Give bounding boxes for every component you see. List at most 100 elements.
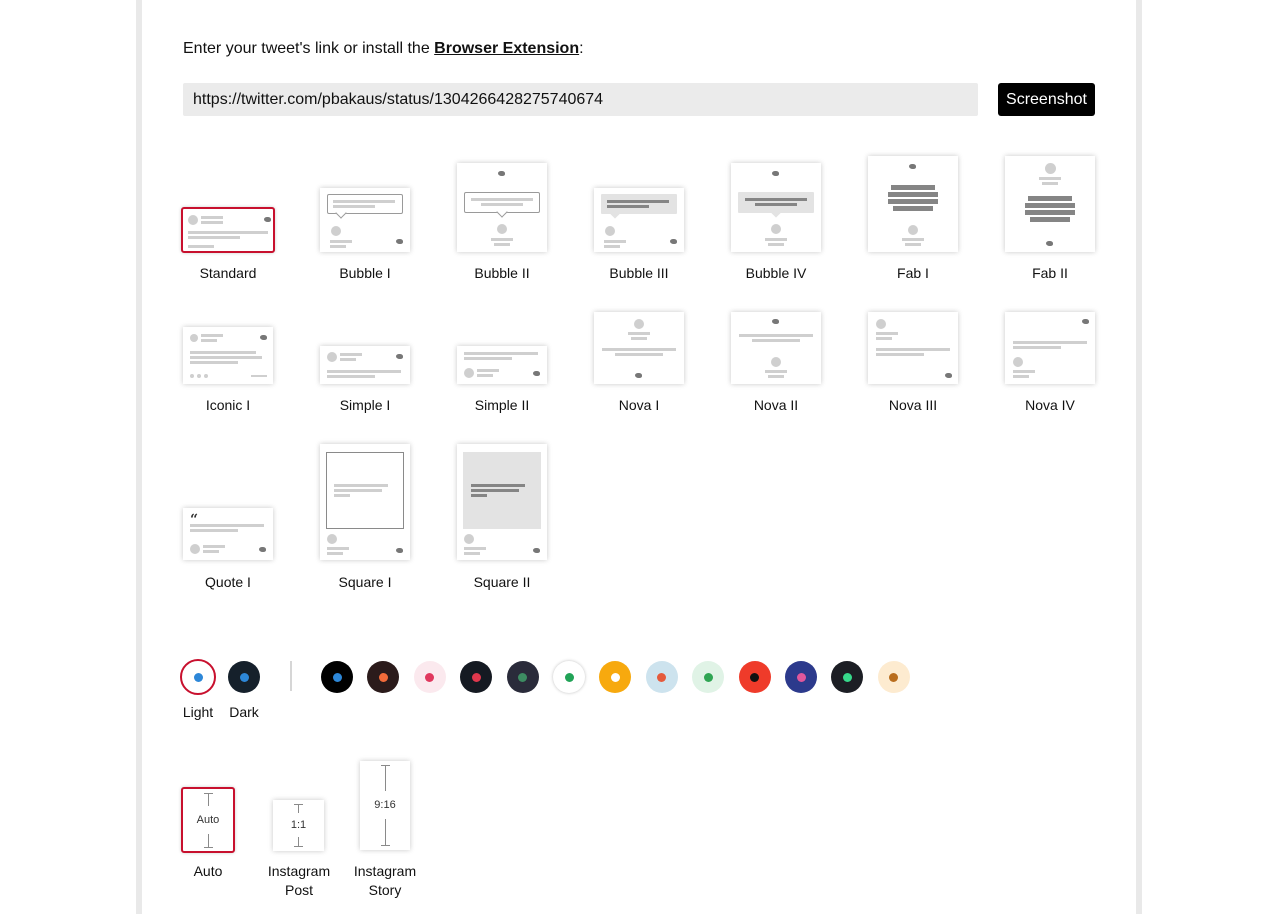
- template-square-2[interactable]: Square II: [457, 440, 547, 596]
- template-thumbnail: [868, 156, 958, 252]
- bird-icon: [945, 373, 952, 378]
- bird-icon: [670, 239, 677, 244]
- template-bubble-2[interactable]: Bubble II: [457, 146, 547, 286]
- bird-icon: [1046, 241, 1053, 246]
- theme-dark[interactable]: [228, 661, 260, 693]
- intro-prefix: Enter your tweet's link or install the: [183, 40, 435, 57]
- ratio-instagram-post[interactable]: 1:1: [273, 800, 324, 851]
- template-quote-1[interactable]: “ Quote I: [183, 440, 273, 596]
- theme-swatch[interactable]: [738, 661, 771, 693]
- template-thumbnail: [320, 346, 410, 384]
- theme-swatch[interactable]: [831, 661, 864, 693]
- template-label: Simple I: [339, 397, 391, 413]
- theme-swatch[interactable]: [645, 661, 678, 693]
- ratio-instagram-post-label: Instagram Post: [263, 862, 335, 900]
- ratio-label-line1: Instagram: [267, 863, 331, 879]
- theme-dot: [193, 672, 203, 682]
- theme-swatch[interactable]: [599, 661, 632, 693]
- template-label: Square I: [338, 574, 392, 590]
- theme-dot: [750, 672, 760, 682]
- template-label: Nova III: [888, 397, 938, 413]
- template-thumbnail: [320, 444, 410, 560]
- template-nova-3[interactable]: Nova III: [868, 300, 958, 420]
- theme-swatch[interactable]: [785, 661, 817, 693]
- bird-icon: [264, 217, 271, 222]
- template-nova-4[interactable]: Nova IV: [1005, 300, 1095, 420]
- template-label: Bubble III: [609, 265, 669, 281]
- template-bubble-3[interactable]: Bubble III: [594, 146, 684, 286]
- template-thumbnail: [731, 312, 821, 384]
- template-nova-1[interactable]: Nova I: [594, 300, 684, 420]
- intro-suffix: :: [579, 40, 584, 57]
- bird-icon: [260, 335, 267, 340]
- template-standard[interactable]: Standard: [181, 146, 275, 286]
- theme-dot: [518, 672, 528, 682]
- bird-icon: [498, 171, 505, 176]
- template-thumbnail: [320, 188, 410, 252]
- bird-icon: [533, 371, 540, 376]
- template-label: Simple II: [474, 397, 530, 413]
- theme-swatch[interactable]: [413, 661, 446, 693]
- tweet-url-input[interactable]: [183, 83, 978, 116]
- template-simple-2[interactable]: Simple II: [457, 300, 547, 420]
- theme-swatch[interactable]: [321, 661, 353, 693]
- theme-swatch[interactable]: [506, 661, 539, 693]
- theme-dot: [332, 672, 342, 682]
- bird-icon: [772, 171, 779, 176]
- ratio-instagram-story[interactable]: 9:16: [360, 761, 410, 850]
- bird-icon: [396, 239, 403, 244]
- theme-swatch[interactable]: [692, 661, 725, 693]
- theme-swatch[interactable]: [553, 661, 585, 693]
- left-border: [136, 0, 142, 914]
- template-thumbnail: [183, 327, 273, 384]
- template-iconic-1[interactable]: Iconic I: [183, 300, 273, 420]
- template-label: Nova II: [753, 397, 799, 413]
- theme-light[interactable]: [180, 659, 216, 695]
- theme-swatch[interactable]: [877, 661, 910, 693]
- template-label: Quote I: [205, 574, 251, 590]
- theme-dot: [842, 672, 852, 682]
- ratio-text: Auto: [196, 814, 220, 826]
- theme-dot: [425, 672, 435, 682]
- ratio-auto-label: Auto: [176, 862, 240, 881]
- template-label: Bubble I: [339, 265, 391, 281]
- ratio-label-line1: Auto: [193, 863, 223, 879]
- browser-extension-link[interactable]: Browser Extension: [434, 40, 579, 57]
- ratio-instagram-story-label: Instagram Story: [349, 862, 421, 900]
- template-label: Nova I: [618, 397, 660, 413]
- bird-icon: [396, 354, 403, 359]
- bird-icon: [259, 547, 266, 552]
- template-thumbnail: [594, 312, 684, 384]
- template-label: Nova IV: [1025, 397, 1075, 413]
- bird-icon: [772, 319, 779, 324]
- template-square-1[interactable]: Square I: [320, 440, 410, 596]
- theme-swatch[interactable]: [367, 661, 400, 693]
- template-bubble-4[interactable]: Bubble IV: [731, 146, 821, 286]
- ratio-auto[interactable]: Auto: [181, 787, 235, 853]
- template-label: Iconic I: [205, 397, 251, 413]
- template-thumbnail: [457, 163, 547, 252]
- template-thumbnail: [868, 312, 958, 384]
- theme-divider: [290, 661, 292, 691]
- theme-swatch[interactable]: [460, 661, 493, 693]
- template-fab-1[interactable]: Fab I: [868, 146, 958, 286]
- template-simple-1[interactable]: Simple I: [320, 300, 410, 420]
- template-fab-2[interactable]: Fab II: [1005, 146, 1095, 286]
- template-thumbnail: [1005, 312, 1095, 384]
- screenshot-button[interactable]: Screenshot: [998, 83, 1095, 116]
- ratio-label-line1: Instagram: [353, 863, 417, 879]
- bird-icon: [533, 548, 540, 553]
- theme-dot: [239, 672, 249, 682]
- theme-dot: [796, 672, 806, 682]
- template-label: Bubble II: [474, 265, 530, 281]
- template-nova-2[interactable]: Nova II: [731, 300, 821, 420]
- theme-dot: [889, 672, 899, 682]
- template-label: Fab I: [897, 265, 929, 281]
- theme-dark-label: Dark: [229, 704, 259, 720]
- bird-icon: [396, 548, 403, 553]
- template-label: Fab II: [1032, 265, 1068, 281]
- bird-icon: [909, 164, 916, 169]
- template-thumbnail: [1005, 156, 1095, 252]
- template-bubble-1[interactable]: Bubble I: [320, 146, 410, 286]
- template-label: Square II: [473, 574, 531, 590]
